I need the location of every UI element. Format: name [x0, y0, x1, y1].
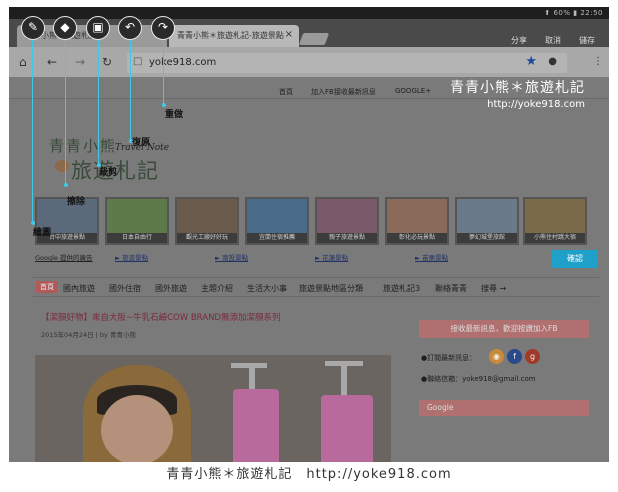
pointer-dot	[64, 183, 68, 187]
pen-icon[interactable]: ✎	[21, 16, 45, 40]
bottom-caption: 青青小熊＊旅遊札記 http://yoke918.com	[166, 467, 452, 482]
crop-pointer-line	[98, 40, 100, 164]
screenshot-frame: ⬆ 60% ▮ 22:50 青青小熊＊旅遊札記 青青小熊＊旅遊札記-旅遊景點 ×…	[0, 0, 618, 492]
crop-icon[interactable]: ▣	[86, 16, 110, 40]
erase-pointer-line	[65, 40, 67, 184]
undo-icon[interactable]: ↶	[118, 16, 142, 40]
redo-label: 重做	[165, 110, 184, 120]
erase-label: 擦除	[67, 197, 86, 207]
redo-icon[interactable]: ↷	[151, 16, 175, 40]
crop-label: 裁剪	[99, 168, 118, 178]
redo-pointer-line	[163, 40, 165, 104]
draw-label: 繪圖	[33, 228, 52, 238]
undo-pointer-line	[130, 40, 132, 140]
annotation-overlay: ✎ ◆ ▣ ↶ ↷ 繪圖 擦除 裁剪 復原 重做	[9, 7, 609, 462]
draw-pointer-line	[32, 40, 34, 222]
undo-label: 復原	[132, 138, 151, 148]
eraser-icon[interactable]: ◆	[53, 16, 77, 40]
